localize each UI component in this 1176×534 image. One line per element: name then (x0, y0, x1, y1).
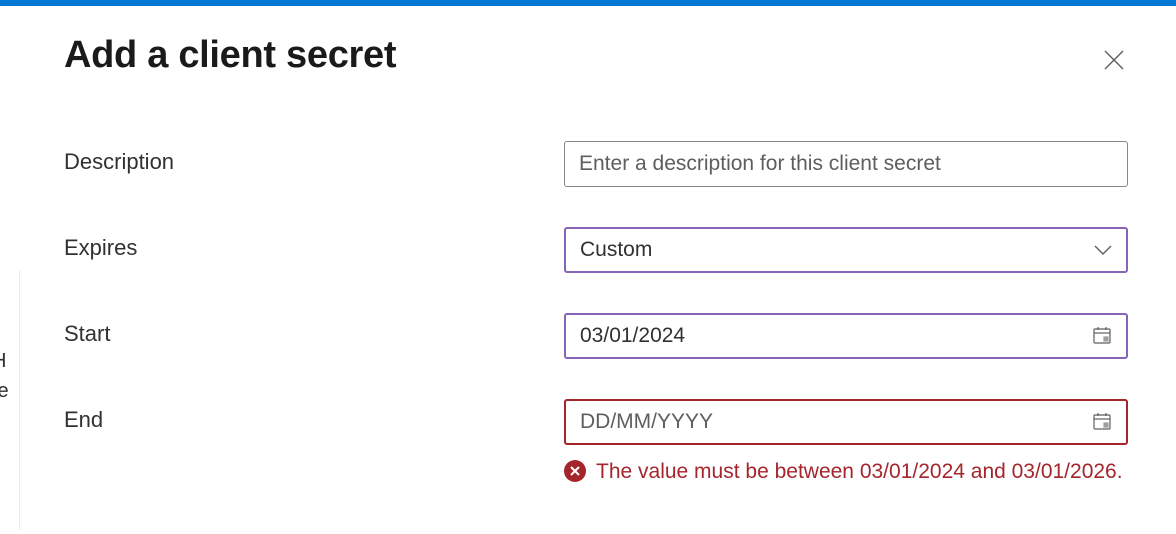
client-secret-form: Description Expires Custom Start (64, 141, 1128, 487)
expires-row: Expires Custom (64, 227, 1128, 273)
description-input[interactable] (564, 141, 1128, 187)
start-date-calendar-button[interactable] (1090, 323, 1114, 350)
expires-label: Expires (64, 227, 564, 261)
calendar-icon (1092, 325, 1112, 348)
end-date-calendar-button[interactable] (1090, 409, 1114, 436)
end-date-input[interactable] (580, 410, 1090, 434)
expires-selected-value: Custom (580, 238, 652, 262)
start-date-row: Start (64, 313, 1128, 359)
expires-select[interactable]: Custom (564, 227, 1128, 273)
panel-header: Add a client secret (64, 34, 1128, 81)
start-date-field[interactable] (564, 313, 1128, 359)
chevron-down-icon (1094, 238, 1112, 262)
page-title: Add a client secret (64, 34, 396, 77)
add-client-secret-panel: Add a client secret Description Expires … (0, 6, 1176, 507)
start-date-input[interactable] (580, 324, 1090, 348)
end-date-row: End (64, 399, 1128, 487)
end-date-error-text: The value must be between 03/01/2024 and… (596, 457, 1123, 487)
close-icon (1102, 60, 1126, 75)
end-date-field[interactable] (564, 399, 1128, 445)
start-date-label: Start (64, 313, 564, 347)
description-label: Description (64, 141, 564, 175)
calendar-icon (1092, 411, 1112, 434)
close-button[interactable] (1096, 42, 1132, 81)
error-icon (564, 460, 586, 482)
end-date-error: The value must be between 03/01/2024 and… (564, 457, 1128, 487)
end-date-label: End (64, 399, 564, 433)
description-row: Description (64, 141, 1128, 187)
